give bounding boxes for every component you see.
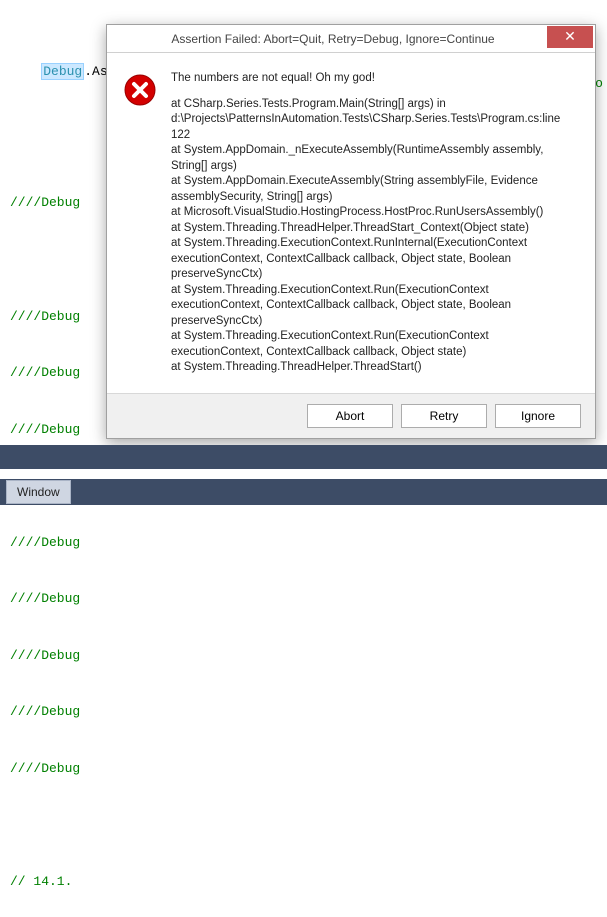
code-comment: ////Debug [10, 703, 597, 722]
code-comment: ////Debug [10, 647, 597, 666]
close-icon: ✕ [564, 28, 576, 45]
code-comment: ////Debug [10, 760, 597, 779]
stack-line: at System.AppDomain.ExecuteAssembly(Stri… [171, 174, 579, 205]
dialog-message: The numbers are not equal! Oh my god! [171, 71, 579, 87]
stack-line: at System.Threading.ExecutionContext.Run… [171, 283, 579, 330]
stack-line: at System.Threading.ExecutionContext.Run… [171, 236, 579, 283]
dialog-body: The numbers are not equal! Oh my god! at… [107, 53, 595, 393]
dialog-text: The numbers are not equal! Oh my god! at… [171, 71, 579, 379]
stack-line: at System.Threading.ExecutionContext.Run… [171, 329, 579, 360]
error-icon [123, 73, 157, 107]
abort-button[interactable]: Abort [307, 404, 393, 428]
status-bar-lower: Window [0, 479, 607, 505]
code-comment: ////Debug [10, 534, 597, 553]
stack-line: at System.Threading.ThreadHelper.ThreadS… [171, 221, 579, 237]
dialog-button-row: Abort Retry Ignore [107, 393, 595, 438]
stack-line: at Microsoft.VisualStudio.HostingProcess… [171, 205, 579, 221]
token-debug-class: Debug [41, 63, 84, 80]
stack-line: at System.Threading.ThreadHelper.ThreadS… [171, 360, 579, 376]
stack-line: at System.AppDomain._nExecuteAssembly(Ru… [171, 143, 579, 174]
retry-button[interactable]: Retry [401, 404, 487, 428]
status-bar-upper [0, 445, 607, 469]
bottom-panel: Window [0, 445, 607, 505]
window-tab-button[interactable]: Window [6, 480, 71, 504]
dialog-title: Assertion Failed: Abort=Quit, Retry=Debu… [119, 32, 547, 46]
dialog-titlebar[interactable]: Assertion Failed: Abort=Quit, Retry=Debu… [107, 25, 595, 53]
assertion-dialog: Assertion Failed: Abort=Quit, Retry=Debu… [106, 24, 596, 439]
close-button[interactable]: ✕ [547, 26, 593, 48]
code-comment: // 14.1. [10, 873, 597, 892]
code-comment: ////Debug [10, 590, 597, 609]
ignore-button[interactable]: Ignore [495, 404, 581, 428]
stack-line: at CSharp.Series.Tests.Program.Main(Stri… [171, 97, 579, 144]
